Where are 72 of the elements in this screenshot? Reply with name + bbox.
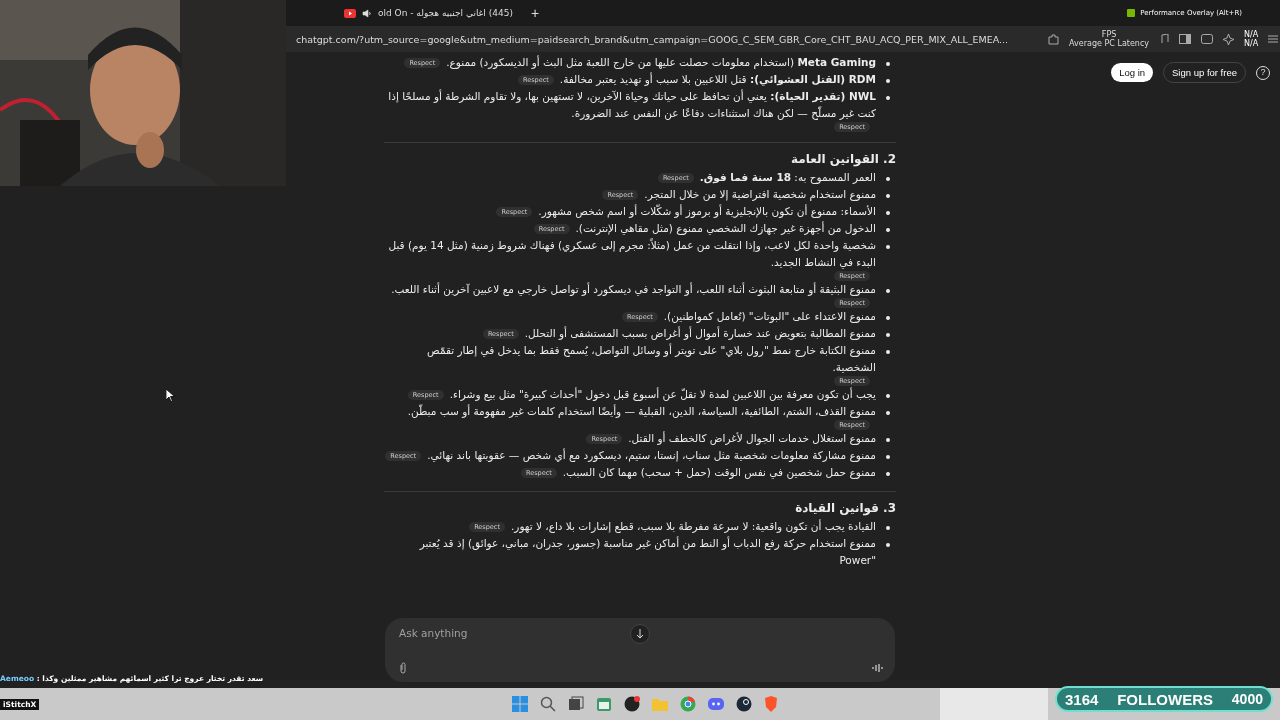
speaker-icon xyxy=(362,8,372,18)
bullet-icon xyxy=(886,472,890,476)
follower-count: 3164 xyxy=(1065,690,1099,708)
bullet-icon xyxy=(886,194,890,198)
latency-label: Average PC Latency xyxy=(1069,39,1150,48)
search-icon[interactable] xyxy=(540,696,556,712)
game-controller-icon[interactable] xyxy=(708,696,724,712)
menu-icon[interactable] xyxy=(1268,34,1279,44)
bullet-icon xyxy=(886,333,890,337)
steam-icon[interactable] xyxy=(736,696,752,712)
tab-title: (445) اغاني اجنبيه هجوله - old On xyxy=(378,8,513,18)
signup-button[interactable]: Sign up for free xyxy=(1163,62,1246,83)
voice-icon[interactable] xyxy=(871,662,883,674)
latency-value: N/A xyxy=(1244,39,1259,48)
followers-label: FOLLOWERS xyxy=(1117,690,1213,708)
rule-text: شخصية واحدة لكل لاعب، وإذا انتقلت من عمل (مثلاً: مجرم إلى عسكري) فهناك شروط زمنية (مثل 14 يوم) قبل البدء في النشاط الجديد. xyxy=(387,237,876,271)
mouse-cursor-icon xyxy=(166,389,175,402)
rule-text: RDM (القتل العشوائي): قتل اللاعبين بلا سبب أو تهديد يعتبر مخالفة. xyxy=(559,71,876,88)
rule-text: ممنوع استغلال خدمات الجوال لأغراض كالخطف أو القتل. xyxy=(628,430,876,447)
bullet-icon xyxy=(886,96,890,100)
scroll-down-button[interactable] xyxy=(630,624,650,644)
bullet-icon xyxy=(886,228,890,232)
rule-text: ممنوع القذف، الشتم، الطائفية، السياسة، الدين، القبلية — وأيضًا استخدام كلمات غير مفهومة أو سب مبطّن. xyxy=(407,403,876,420)
wallet-icon[interactable] xyxy=(1201,34,1214,44)
panel-icon[interactable] xyxy=(1179,34,1192,44)
rule-text: ممنوع البثيقة أو متابعة البثوث أثناء اللعب، أو التواجد في ديسكورد أو تواصل خارجي مع لاعبين آخرين أثناء اللعب. xyxy=(391,281,876,298)
fps-label: FPS xyxy=(1101,30,1117,39)
rule-text: ممنوع استخدام حركة رفع الدباب أو النط من أماكن غير مناسبة (جسور، جدران، مباني، عوائق) إذ قد يُعتبر "Power xyxy=(418,535,876,568)
bullet-icon xyxy=(886,62,890,66)
bullet-icon xyxy=(886,394,890,398)
rule-text: NWL (تقدير الحياة): يعني أن تحافظ على حياتك وحياة الآخرين، لا تستهين بها، ولا تقاوم الشرطة أو مسلحًا إذا كنت غير مسلّح — لكن هناك استثناءات دفاعًا عن النفس عند الضرورة. xyxy=(387,88,876,122)
browser-tab[interactable]: (445) اغاني اجنبيه هجوله - old On xyxy=(334,0,523,26)
follower-goal: 4000 xyxy=(1231,691,1263,707)
rule-text: يجب أن تكون معرفة بين اللاعبين لمدة لا تقلّ عن أسبوع قبل دخول "أحداث كبيرة" مثل بيع وشراء. xyxy=(449,386,876,403)
bullet-icon xyxy=(886,438,890,442)
browser-icon[interactable] xyxy=(680,696,696,712)
rule-text: الدخول من أجهزة غير جهازك الشخصي ممنوع (مثل مقاهي الإنترنت). xyxy=(575,220,876,237)
bullet-icon xyxy=(886,245,890,249)
rule-text: ممنوع الكتابة خارج نمط "رول بلاي" على تويتر أو وسائل التواصل، يُسمح فقط بما يدخل في إطار تقمّص الشخصية. xyxy=(426,342,876,375)
login-button[interactable]: Log in xyxy=(1111,63,1154,82)
overlay-icon xyxy=(1127,9,1136,17)
address-bar[interactable]: chatgpt.com/?utm_source=google&utm_medium=paidsearch_brand&utm_campaign=GOOG_C_SEM_GBR_Core_CHT_BAU_ACQ_PER_MIX_ALL_EMEA... xyxy=(296,33,1009,45)
bullet-icon xyxy=(886,211,890,215)
calendar-icon[interactable] xyxy=(596,696,612,712)
rule-text: الأسماء: ممنوع أن تكون بالإنجليزية أو برموز أو شكّلات أو اسم شخص مشهور. xyxy=(538,203,876,220)
bullet-icon xyxy=(886,526,890,530)
bullet-icon xyxy=(886,79,890,83)
rule-text: ممنوع المطالبة بتعويض عند خسارة أموال أو أغراض بسبب المستشفى أو التحلل. xyxy=(524,325,876,342)
section-heading: 2. القوانين العامة xyxy=(790,151,896,167)
arrow-down-icon xyxy=(636,629,644,639)
rule-text: ممنوع مشاركة معلومات شخصية مثل سناب، إنستا، ستيم، ديسكورد مع أي شخص — عقوبتها باند نهائي. xyxy=(427,447,876,464)
rule-text: القيادة يجب أن تكون واقعية: لا سرعة مفرطة بلا سبب، قطع إشارات بلا داع، لا تهور. xyxy=(511,518,876,535)
bullet-icon xyxy=(886,177,890,181)
task-view-icon[interactable] xyxy=(568,696,584,712)
section-heading: 3. قوانين القيادة xyxy=(794,500,896,516)
bullet-icon xyxy=(886,316,890,320)
bullet-icon xyxy=(886,455,890,459)
rule-text: العمر المسموح به: 18 سنة فما فوق. xyxy=(699,170,876,186)
new-tab-button[interactable]: + xyxy=(530,5,540,21)
bullet-icon xyxy=(886,543,890,547)
app-circle-icon[interactable] xyxy=(624,696,640,712)
play-icon xyxy=(344,8,356,18)
rule-text: ممنوع حمل شخصين في نفس الوقت (حمل + سحب) مهما كان السبب. xyxy=(562,465,876,481)
sparkle-icon[interactable] xyxy=(1223,33,1235,45)
bullet-icon xyxy=(886,350,890,354)
bullet-icon xyxy=(886,411,890,415)
bullet-icon xyxy=(886,289,890,293)
message-input[interactable]: Ask anything xyxy=(397,626,701,640)
paperclip-icon[interactable] xyxy=(397,662,409,674)
fps-value: N/A xyxy=(1244,30,1259,39)
rule-text: ممنوع الاعتداء على "البوتات" (تُعامل كمواطنين). xyxy=(663,309,876,325)
rule-text: ممنوع استخدام شخصية افتراضية إلا من خلال المتجر. xyxy=(644,187,876,203)
